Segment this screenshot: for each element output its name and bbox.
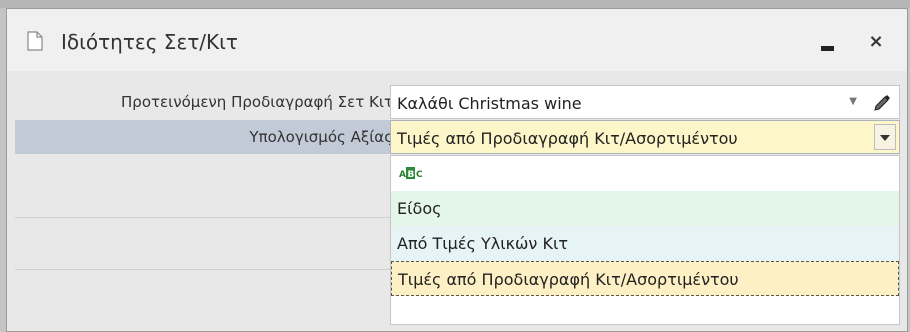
title-bar: Ιδιότητες Σετ/Κιτ × [7, 9, 907, 72]
dropdown-button[interactable] [874, 124, 896, 150]
value-calc-value: Τιμές από Προδιαγραφή Κιτ/Ασορτιμέντου [397, 129, 738, 148]
svg-text:B: B [408, 170, 415, 180]
spec-label: Προτεινόμενη Προδιαγραφή Σετ Κιτ [121, 93, 393, 111]
spec-value: Καλάθι Christmas wine [397, 94, 582, 113]
abc-icon: A B C [399, 167, 423, 180]
dropdown-option-material-prices[interactable]: Από Τιμές Υλικών Κιτ [391, 226, 899, 261]
document-icon [27, 31, 43, 51]
dialog-title: Ιδιότητες Σετ/Κιτ [61, 30, 238, 54]
dropdown-search-row[interactable]: A B C [391, 156, 899, 192]
properties-dialog: Ιδιότητες Σετ/Κιτ × Προτεινόμενη Προδιαγ… [6, 8, 908, 332]
dropdown-option-item[interactable]: Είδος [391, 191, 899, 226]
svg-text:C: C [416, 170, 423, 180]
close-button[interactable]: × [863, 29, 889, 55]
grid-divider [15, 217, 390, 218]
svg-text:A: A [399, 170, 406, 180]
pencil-icon[interactable] [872, 93, 892, 113]
dropdown-option-kit-spec-prices[interactable]: Τιμές από Προδιαγραφή Κιτ/Ασορτιμέντου [391, 261, 899, 296]
dropdown-list: A B C Είδος Από Τιμές Υλικών Κιτ Τιμές α… [390, 155, 900, 325]
spec-row: Προτεινόμενη Προδιαγραφή Σετ Κιτ [15, 85, 399, 119]
dialog-content: Προτεινόμενη Προδιαγραφή Σετ Κιτ Καλάθι … [7, 71, 907, 331]
spec-combobox[interactable]: Καλάθι Christmas wine ▼ [390, 85, 900, 119]
value-calc-combobox[interactable]: Τιμές από Προδιαγραφή Κιτ/Ασορτιμέντου [390, 120, 900, 154]
minimize-button[interactable] [813, 29, 841, 57]
value-calc-row: Υπολογισμός Αξίας [15, 120, 399, 154]
background-strip [0, 0, 910, 8]
grid-divider [15, 269, 390, 270]
chevron-down-icon[interactable]: ▼ [849, 96, 857, 107]
value-calc-label: Υπολογισμός Αξίας [249, 128, 393, 146]
